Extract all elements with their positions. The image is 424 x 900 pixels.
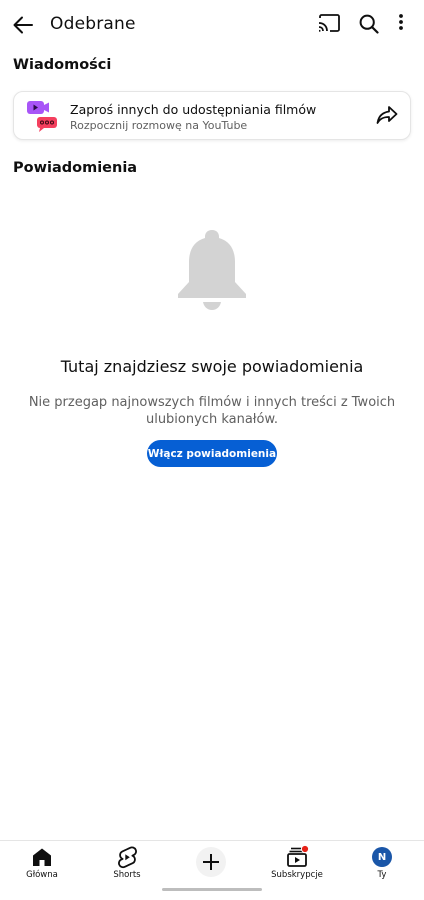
nav-shorts-label: Shorts — [113, 870, 141, 880]
page-title: Odebrane — [50, 14, 136, 34]
bottom-navigation: Główna Shorts Subskrypcje N Ty — [0, 840, 424, 900]
shorts-icon — [118, 846, 137, 869]
notifications-heading: Powiadomienia — [13, 160, 138, 176]
subscriptions-icon — [287, 845, 309, 867]
plus-icon — [203, 854, 219, 870]
arrow-left-icon — [13, 16, 33, 34]
home-indicator — [162, 888, 262, 891]
bell-icon — [176, 226, 248, 312]
empty-state-title: Tutaj znajdziesz swoje powiadomienia — [60, 357, 364, 376]
video-chat-icon — [26, 99, 60, 133]
cast-button[interactable] — [318, 14, 342, 36]
nav-subscriptions[interactable]: Subskrypcje — [262, 845, 332, 880]
top-app-bar: Odebrane — [0, 0, 424, 50]
messages-heading: Wiadomości — [13, 57, 112, 73]
share-icon — [376, 106, 398, 124]
enable-notifications-button[interactable]: Włącz powiadomienia — [147, 440, 277, 467]
back-button[interactable] — [10, 12, 36, 38]
search-button[interactable] — [359, 14, 383, 36]
search-icon — [359, 14, 379, 34]
nav-you[interactable]: N Ty — [347, 845, 417, 880]
more-vert-icon — [399, 14, 403, 30]
more-options-button[interactable] — [398, 13, 412, 37]
nav-create[interactable] — [176, 847, 246, 877]
invite-card[interactable]: Zaproś innych do udostępniania filmów Ro… — [13, 91, 411, 140]
nav-home-label: Główna — [26, 870, 58, 880]
nav-you-label: Ty — [377, 870, 387, 880]
invite-title: Zaproś innych do udostępniania filmów — [70, 102, 317, 117]
invite-subtitle: Rozpocznij rozmowę na YouTube — [70, 119, 248, 132]
nav-home[interactable]: Główna — [7, 845, 77, 880]
share-button[interactable] — [376, 105, 400, 127]
home-icon — [33, 848, 51, 866]
cast-icon — [318, 14, 340, 32]
avatar: N — [372, 847, 392, 867]
nav-shorts[interactable]: Shorts — [92, 845, 162, 880]
nav-subscriptions-label: Subskrypcje — [271, 870, 323, 880]
create-button[interactable] — [196, 847, 226, 877]
empty-state-description: Nie przegap najnowszych filmów i innych … — [28, 395, 396, 427]
